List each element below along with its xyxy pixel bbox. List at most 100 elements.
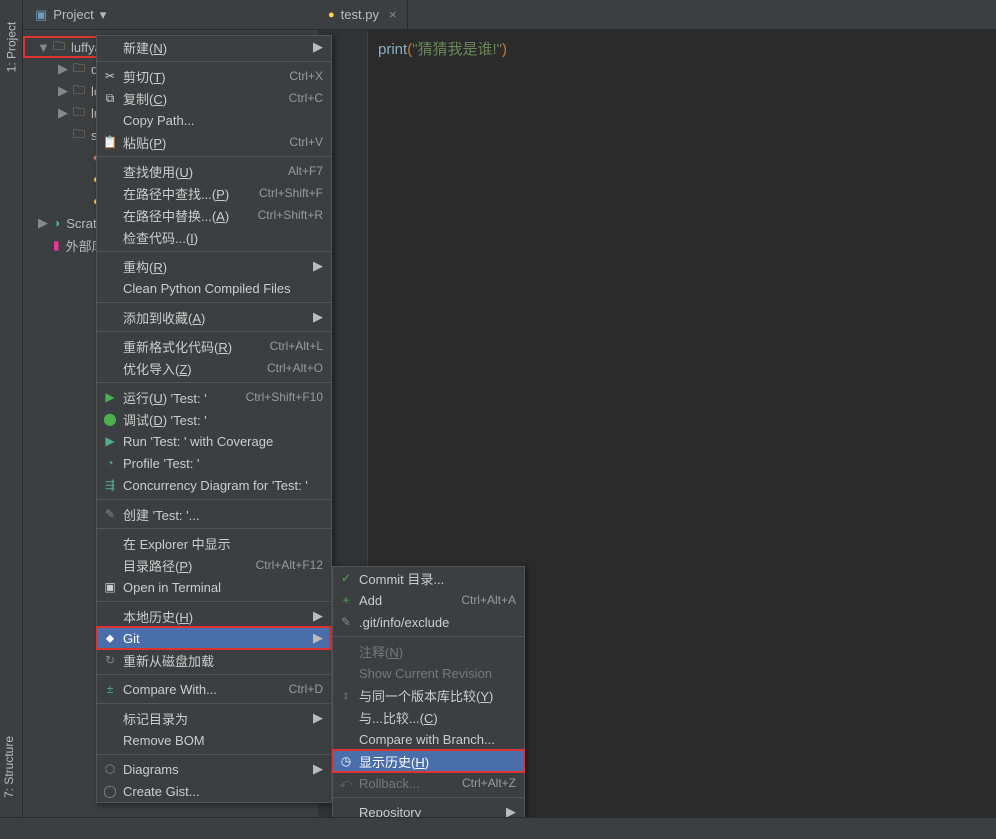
- menu-item-icon: ↻: [102, 653, 118, 667]
- menu-item[interactable]: 标记目录为▶: [97, 707, 331, 729]
- menu-separator: [97, 674, 331, 675]
- menu-item[interactable]: +AddCtrl+Alt+A: [333, 589, 524, 611]
- twisty-icon[interactable]: [57, 128, 69, 143]
- menu-item-label: 调试(D) 'Test: ': [123, 410, 207, 429]
- menu-item[interactable]: ▣Open in Terminal: [97, 576, 331, 598]
- menu-item[interactable]: Remove BOM: [97, 729, 331, 751]
- twisty-icon[interactable]: ▶: [57, 61, 69, 77]
- menu-item-label: .git/info/exclude: [359, 615, 449, 630]
- menu-item-label: 在 Explorer 中显示: [123, 534, 231, 553]
- menu-item[interactable]: Compare with Branch...: [333, 728, 524, 750]
- menu-shortcut: Ctrl+Shift+F10: [246, 390, 323, 404]
- context-menu-project[interactable]: 新建(N)▶✂剪切(T)Ctrl+X⧉复制(C)Ctrl+CCopy Path.…: [96, 35, 332, 803]
- menu-shortcut: Ctrl+Shift+F: [259, 186, 323, 200]
- twisty-icon[interactable]: ▶: [37, 215, 49, 231]
- menu-item[interactable]: 新建(N)▶: [97, 36, 331, 58]
- menu-item[interactable]: ✎.git/info/exclude: [333, 611, 524, 633]
- menu-item-label: Compare With...: [123, 682, 217, 697]
- project-view-selector[interactable]: ▣ Project ▾: [23, 0, 118, 29]
- menu-item-icon: ↕: [338, 688, 354, 702]
- menu-item[interactable]: 在 Explorer 中显示: [97, 532, 331, 554]
- menu-item[interactable]: 重构(R)▶: [97, 255, 331, 277]
- menu-item[interactable]: ▶Run 'Test: ' with Coverage: [97, 430, 331, 452]
- file-tab-label: test.py: [341, 7, 379, 22]
- submenu-arrow-icon: ▶: [313, 258, 323, 274]
- menu-item-label: Diagrams: [123, 762, 179, 777]
- menu-shortcut: Alt+F7: [288, 164, 323, 178]
- menu-shortcut: Ctrl+V: [289, 135, 323, 149]
- project-tool-tab[interactable]: 1: Project: [4, 22, 18, 73]
- menu-separator: [97, 703, 331, 704]
- twisty-icon[interactable]: ▶: [57, 105, 69, 121]
- menu-item[interactable]: 优化导入(Z)Ctrl+Alt+O: [97, 357, 331, 379]
- menu-item-label: Git: [123, 631, 140, 646]
- menu-item-icon: ⤺: [338, 776, 354, 791]
- menu-item[interactable]: ⬥Git▶: [97, 627, 331, 649]
- menu-item[interactable]: ⧉复制(C)Ctrl+C: [97, 87, 331, 109]
- menu-item-label: 目录路径(P): [123, 556, 192, 575]
- menu-separator: [333, 636, 524, 637]
- menu-shortcut: Ctrl+Alt+L: [270, 339, 323, 353]
- structure-tool-tab[interactable]: 7: Structure: [2, 736, 16, 798]
- menu-item[interactable]: 目录路径(P)Ctrl+Alt+F12: [97, 554, 331, 576]
- menu-item[interactable]: ✎创建 'Test: '...: [97, 503, 331, 525]
- python-file-icon: ●: [328, 9, 335, 21]
- menu-item[interactable]: 与...比较...(C): [333, 706, 524, 728]
- menu-item[interactable]: 在路径中替换...(A)Ctrl+Shift+R: [97, 204, 331, 226]
- editor-tab-testpy[interactable]: ● test.py ×: [318, 0, 408, 29]
- menu-item[interactable]: ▶运行(U) 'Test: 'Ctrl+Shift+F10: [97, 386, 331, 408]
- menu-item-label: 检查代码...(I): [123, 228, 198, 247]
- menu-item-label: 复制(C): [123, 89, 167, 108]
- menu-item-label: Concurrency Diagram for 'Test: ': [123, 478, 308, 493]
- menu-item[interactable]: Clean Python Compiled Files: [97, 277, 331, 299]
- menu-item[interactable]: ✓ Commit 目录...: [333, 567, 524, 589]
- menu-item[interactable]: 添加到收藏(A)▶: [97, 306, 331, 328]
- menu-item[interactable]: 在路径中查找...(P)Ctrl+Shift+F: [97, 182, 331, 204]
- menu-item[interactable]: 📋粘贴(P)Ctrl+V: [97, 131, 331, 153]
- menu-shortcut: Ctrl+X: [289, 69, 323, 83]
- twisty-blank: [37, 238, 49, 253]
- menu-item[interactable]: 检查代码...(I): [97, 226, 331, 248]
- menu-item[interactable]: ↻重新从磁盘加载: [97, 649, 331, 671]
- menu-item-label: Commit 目录...: [359, 569, 444, 588]
- menu-item[interactable]: ⬤调试(D) 'Test: ': [97, 408, 331, 430]
- menu-item[interactable]: 重新格式化代码(R)Ctrl+Alt+L: [97, 335, 331, 357]
- menu-item[interactable]: ✂剪切(T)Ctrl+X: [97, 65, 331, 87]
- twisty-icon[interactable]: [77, 172, 89, 187]
- menu-item-label: 粘贴(P): [123, 133, 166, 152]
- menu-item[interactable]: ◷显示历史(H): [333, 750, 524, 772]
- menu-item-icon: ✓: [338, 571, 354, 585]
- menu-item[interactable]: 查找使用(U)Alt+F7: [97, 160, 331, 182]
- menu-item-label: 运行(U) 'Test: ': [123, 388, 207, 407]
- twisty-icon[interactable]: [77, 194, 89, 209]
- menu-item-icon: ✎: [102, 507, 118, 521]
- menu-item-icon: ◷: [338, 754, 354, 768]
- menu-shortcut: Ctrl+Shift+R: [258, 208, 323, 222]
- folder-icon: 🗀: [53, 37, 65, 58]
- menu-shortcut: Ctrl+D: [289, 682, 323, 696]
- folder-icon: 🗀: [73, 59, 85, 80]
- submenu-arrow-icon: ▶: [313, 710, 323, 726]
- menu-item[interactable]: ◔Profile 'Test: ': [97, 452, 331, 474]
- context-menu-git[interactable]: ✓ Commit 目录...+AddCtrl+Alt+A✎.git/info/ex…: [332, 566, 525, 824]
- menu-item-label: Remove BOM: [123, 733, 205, 748]
- twisty-icon[interactable]: ▶: [57, 83, 69, 99]
- menu-item[interactable]: ±Compare With...Ctrl+D: [97, 678, 331, 700]
- menu-item[interactable]: ↕与同一个版本库比较(Y): [333, 684, 524, 706]
- menu-item-icon: ⧉: [102, 91, 118, 106]
- menu-item[interactable]: ⇶Concurrency Diagram for 'Test: ': [97, 474, 331, 496]
- menu-item[interactable]: Copy Path...: [97, 109, 331, 131]
- menu-item: ⤺Rollback...Ctrl+Alt+Z: [333, 772, 524, 794]
- menu-item[interactable]: 本地历史(H)▶: [97, 605, 331, 627]
- editor-tab-bar: ● test.py ×: [318, 0, 996, 30]
- menu-separator: [97, 382, 331, 383]
- menu-item-label: 添加到收藏(A): [123, 308, 205, 327]
- close-tab-icon[interactable]: ×: [389, 7, 397, 22]
- menu-item-icon: ▶: [102, 434, 118, 448]
- twisty-icon[interactable]: [77, 150, 89, 165]
- folder-icon: ▣: [35, 7, 47, 23]
- menu-item[interactable]: ⬡Diagrams▶: [97, 758, 331, 780]
- menu-item-label: Profile 'Test: ': [123, 456, 200, 471]
- menu-item[interactable]: ◯Create Gist...: [97, 780, 331, 802]
- twisty-open-icon[interactable]: ▼: [37, 40, 49, 55]
